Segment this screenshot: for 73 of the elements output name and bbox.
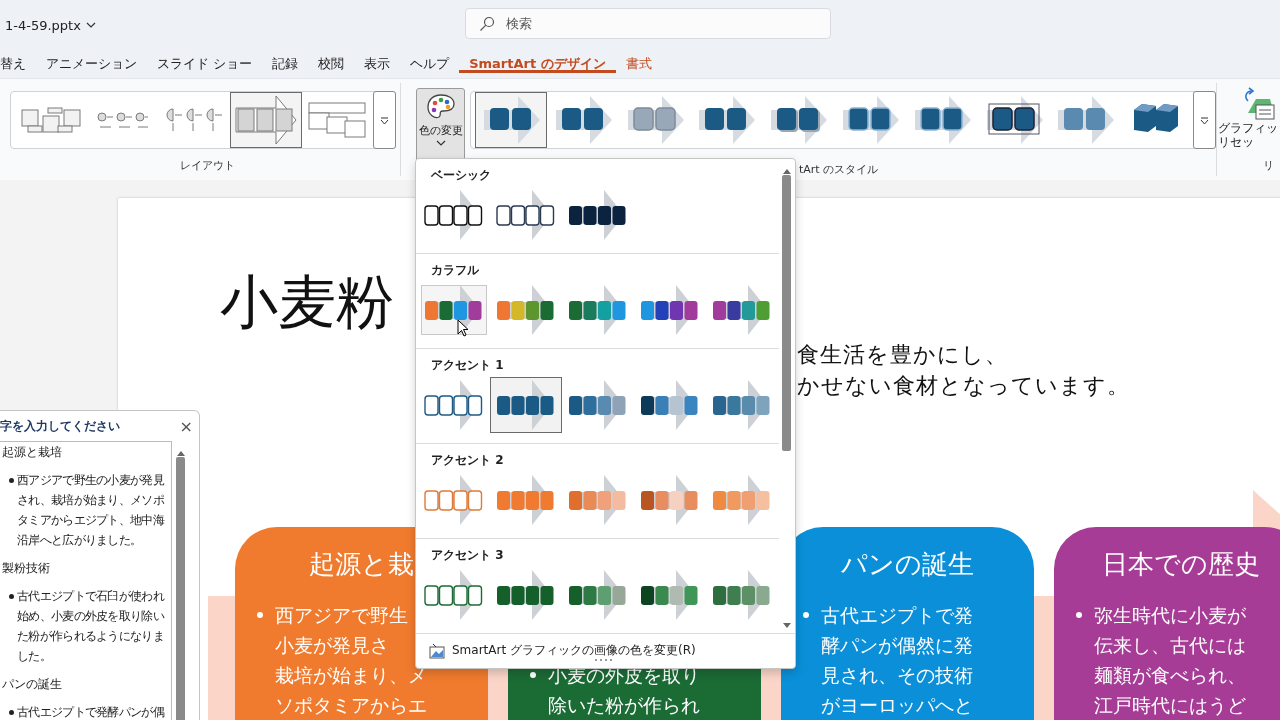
ribbon-tab[interactable]: スライド ショー xyxy=(147,50,263,73)
layout-option[interactable] xyxy=(229,92,302,148)
diagram-icon xyxy=(96,111,149,129)
card-text-line: 麺類が食べられ、 xyxy=(1094,665,1246,685)
section-heading: ベーシック xyxy=(431,167,492,184)
outline-item[interactable]: 起源と栽培 xyxy=(2,442,171,462)
outline-item[interactable]: 古代エジプトで石臼が使われ始め、小麦の外皮を取り除いた粉が作られるようになりました。 xyxy=(17,586,171,666)
resize-grip-icon[interactable] xyxy=(594,659,614,662)
close-button[interactable]: × xyxy=(179,416,193,436)
group-label: tArt のスタイル xyxy=(799,162,879,177)
search-icon xyxy=(479,16,495,32)
group-label: リ xyxy=(1263,158,1274,174)
chevron-icon xyxy=(85,21,96,29)
cursor-icon xyxy=(457,319,469,337)
bullet-icon xyxy=(257,612,263,618)
card-text-line: ソポタミアからエ xyxy=(275,695,427,715)
palette-icon xyxy=(425,93,456,121)
slide-title: 小麦粉 xyxy=(220,267,394,338)
bullet-icon xyxy=(9,478,14,483)
outline-item[interactable]: 製粉技術 xyxy=(2,558,171,578)
bullet-icon xyxy=(9,710,14,715)
ribbon-tab[interactable]: ヘルプ xyxy=(400,50,460,73)
recolor-pictures-item[interactable]: SmartArt グラフィックの画像の色を変更(R) xyxy=(416,633,795,667)
ribbon-tab[interactable]: 記録 xyxy=(262,50,309,73)
card-text-line: 小麦が発見さ xyxy=(275,635,389,655)
ribbon-tab[interactable]: SmartArt のデザイン xyxy=(459,50,616,73)
diagram-icon xyxy=(166,108,223,132)
card-title: 起源と栽 xyxy=(309,549,414,579)
section-heading: アクセント 2 xyxy=(431,452,505,469)
card-text-line: がヨーロッパへと xyxy=(821,695,973,715)
section-heading: アクセント 3 xyxy=(431,547,505,564)
card-text-line: 弥生時代に小麦が xyxy=(1094,605,1246,625)
bullet-icon xyxy=(9,594,14,599)
more-icon xyxy=(1200,115,1210,125)
diagram-icon xyxy=(234,95,297,145)
color-option[interactable] xyxy=(490,377,562,433)
outline-item[interactable]: 古代エジプトで発酵パンが偶 xyxy=(17,702,171,720)
outline-item[interactable]: パンの誕生 xyxy=(2,674,171,694)
bullet-icon xyxy=(803,612,809,618)
search-field[interactable]: 検索 xyxy=(465,8,831,39)
card-text-line: 江戸時代にはうど xyxy=(1094,695,1246,715)
section-heading: アクセント 1 xyxy=(431,357,505,374)
bullet-icon xyxy=(1076,612,1082,618)
diagram-icon xyxy=(20,107,81,133)
section-heading: カラフル xyxy=(431,262,480,279)
diagram-icon xyxy=(308,102,367,138)
file-name: 1-4-59.pptx xyxy=(5,17,81,33)
bullet-icon xyxy=(530,672,536,678)
pane-title: 字を入力してください xyxy=(0,417,120,435)
group-label: レイアウト xyxy=(180,158,235,174)
card-text-line: 酵パンが偶然に発 xyxy=(821,635,973,655)
card-text-line: 西アジアで野生 xyxy=(275,605,408,625)
card-text-line: 栽培が始まり、メ xyxy=(275,665,427,685)
more-button[interactable] xyxy=(1193,91,1217,149)
ribbon-tab[interactable]: 表示 xyxy=(354,50,401,73)
ribbon-tab[interactable]: 書式 xyxy=(615,50,662,73)
card-text-line: 伝来し、古代には xyxy=(1094,635,1246,655)
card-text-line: 見され、その技術 xyxy=(821,665,973,685)
caret-icon xyxy=(435,140,446,147)
card-title: 日本での歴史 xyxy=(1101,549,1260,579)
reset-graphic-button[interactable]: グラフィッ リセッ xyxy=(1218,87,1278,149)
card-text-line: 古代エジプトで発 xyxy=(821,605,973,625)
more-button[interactable] xyxy=(373,91,396,149)
style-option[interactable] xyxy=(475,92,547,148)
ribbon-tab[interactable]: 校閲 xyxy=(308,50,355,73)
card-text-line: 除いた粉が作られ xyxy=(548,695,700,715)
ribbon-tab[interactable]: 替え xyxy=(0,50,36,73)
ribbon-tab[interactable]: アニメーション xyxy=(36,50,147,73)
card-title: パンの誕生 xyxy=(841,549,974,579)
more-icon xyxy=(380,115,390,125)
slide-subtitle: 食生活を豊かにし、 かせない食材となっています。 xyxy=(797,341,1130,400)
image-icon xyxy=(428,642,446,659)
outline-item[interactable]: 西アジアで野生の小麦が発見され、栽培が始まり、メソポタミアからエジプト、地中海沿岸へと広がりました。 xyxy=(17,470,171,550)
